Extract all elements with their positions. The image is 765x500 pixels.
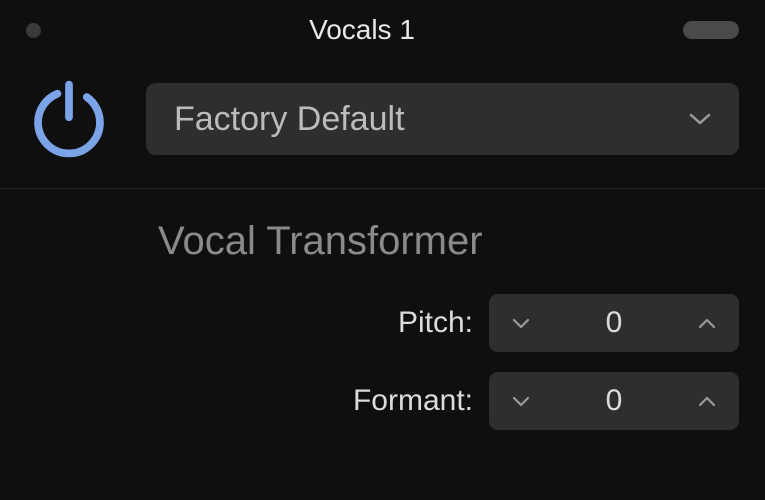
preset-dropdown[interactable]: Factory Default [146, 83, 739, 155]
formant-value: 0 [606, 384, 623, 418]
header-pill-indicator [683, 21, 739, 39]
pitch-value: 0 [606, 306, 623, 340]
chevron-up-icon [698, 318, 716, 329]
chevron-down-icon [689, 112, 711, 126]
plugin-title: Vocal Transformer [0, 189, 765, 294]
preset-label: Factory Default [174, 100, 405, 139]
formant-increment-button[interactable] [695, 389, 719, 413]
pitch-stepper[interactable]: 0 [489, 294, 739, 352]
window-header: Vocals 1 [0, 0, 765, 58]
pitch-increment-button[interactable] [695, 311, 719, 335]
header-status-dot [26, 23, 41, 38]
pitch-decrement-button[interactable] [509, 311, 533, 335]
formant-row: Formant: 0 [0, 372, 765, 450]
preset-row: Factory Default [0, 58, 765, 188]
chevron-up-icon [698, 396, 716, 407]
track-title: Vocals 1 [41, 14, 683, 46]
pitch-label: Pitch: [398, 306, 473, 340]
chevron-down-icon [512, 318, 530, 329]
formant-label: Formant: [353, 384, 473, 418]
formant-decrement-button[interactable] [509, 389, 533, 413]
chevron-down-icon [512, 396, 530, 407]
power-button[interactable] [26, 76, 112, 162]
pitch-row: Pitch: 0 [0, 294, 765, 372]
formant-stepper[interactable]: 0 [489, 372, 739, 430]
power-icon [26, 76, 112, 162]
